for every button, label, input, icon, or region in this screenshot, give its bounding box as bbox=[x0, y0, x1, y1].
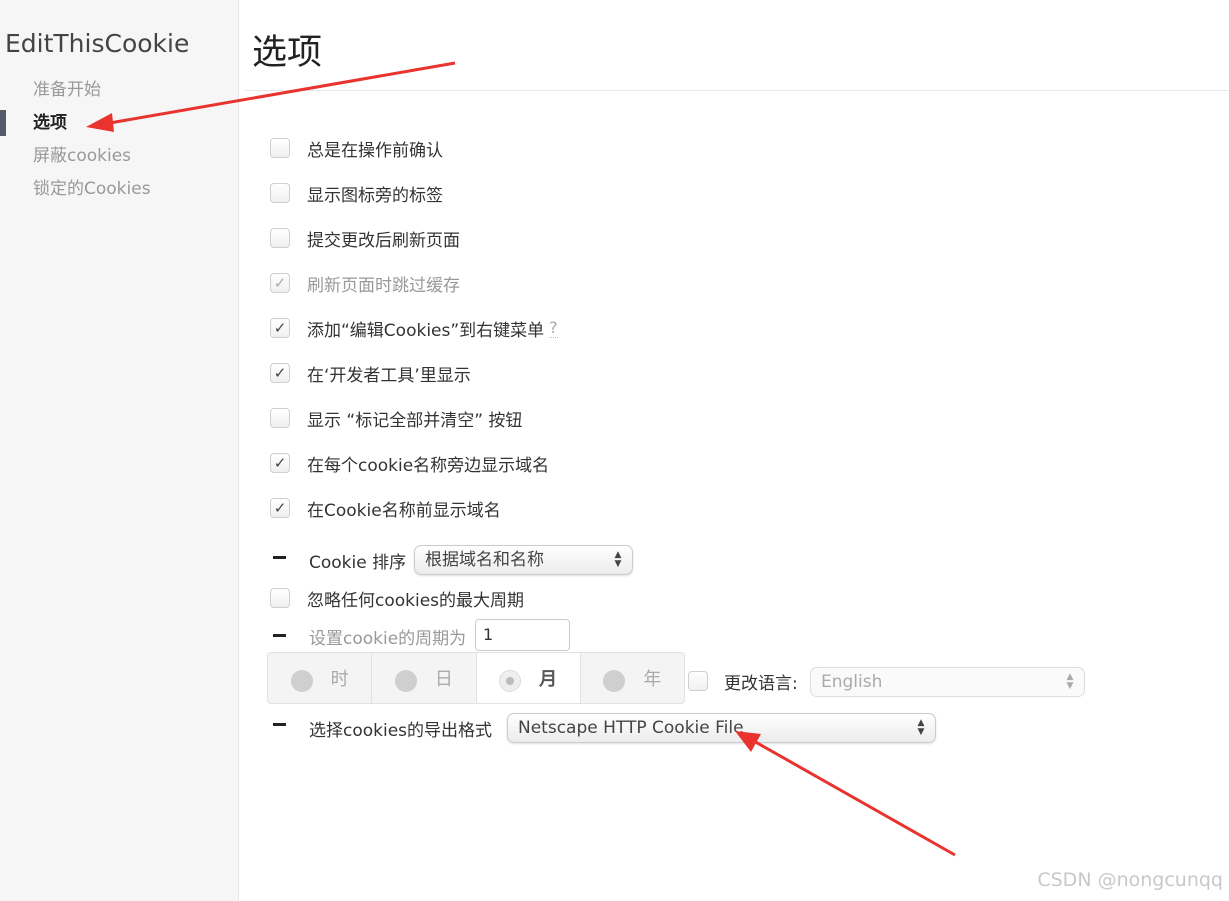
option-show-domain-beside-name[interactable]: ✓ 在每个cookie名称旁边显示域名 bbox=[270, 450, 549, 476]
up-down-arrows-icon: ▲ ▼ bbox=[917, 718, 925, 737]
option-label: 忽略任何cookies的最大周期 bbox=[307, 590, 525, 611]
max-age-input[interactable]: 1 bbox=[475, 619, 570, 651]
unit-option-year[interactable]: 年 bbox=[581, 653, 684, 703]
option-skip-cache-on-refresh: ✓ 刷新页面时跳过缓存 bbox=[270, 270, 460, 296]
unit-label: 日 bbox=[434, 669, 453, 690]
export-format-label: 选择cookies的导出格式 bbox=[309, 721, 493, 741]
minus-icon bbox=[273, 634, 286, 637]
option-show-icon-label[interactable]: 显示图标旁的标签 bbox=[270, 180, 443, 206]
export-format-select[interactable]: Netscape HTTP Cookie File ▲ ▼ bbox=[507, 713, 936, 743]
max-age-label: 设置cookie的周期为 bbox=[309, 629, 467, 649]
option-show-in-devtools[interactable]: ✓ 在‘开发者工具’里显示 bbox=[270, 360, 471, 386]
checkbox[interactable] bbox=[270, 408, 290, 428]
option-label: 添加“编辑Cookies”到右键菜单 bbox=[307, 320, 545, 341]
option-label: 提交更改后刷新页面 bbox=[307, 230, 460, 251]
sidebar-item-locked-cookies[interactable]: 锁定的Cookies bbox=[33, 178, 151, 200]
checkbox[interactable]: ✓ bbox=[270, 363, 290, 383]
checkbox[interactable] bbox=[270, 183, 290, 203]
sidebar-item-options[interactable]: 选项 bbox=[33, 112, 67, 134]
minus-icon bbox=[273, 556, 286, 559]
option-label: 在Cookie名称前显示域名 bbox=[307, 500, 501, 521]
unit-label: 年 bbox=[643, 669, 662, 690]
option-context-menu[interactable]: ✓ 添加“编辑Cookies”到右键菜单 ? bbox=[270, 315, 558, 341]
unit-option-month[interactable]: 月 bbox=[476, 653, 581, 703]
time-unit-selector: 时 日 月 年 bbox=[267, 652, 685, 704]
checkbox: ✓ bbox=[270, 273, 290, 293]
help-icon[interactable]: ? bbox=[549, 318, 558, 338]
app-title: EditThisCookie bbox=[5, 29, 190, 58]
checkbox[interactable] bbox=[270, 138, 290, 158]
option-change-language[interactable]: 更改语言: bbox=[688, 668, 798, 694]
checkbox[interactable]: ✓ bbox=[270, 318, 290, 338]
page-title: 选项 bbox=[252, 33, 323, 73]
unit-label: 月 bbox=[539, 669, 558, 690]
title-divider bbox=[245, 90, 1229, 91]
checkbox[interactable] bbox=[270, 588, 290, 608]
up-down-arrows-icon: ▲ ▼ bbox=[614, 550, 622, 569]
sidebar-item-getting-started[interactable]: 准备开始 bbox=[33, 79, 101, 101]
option-label: 总是在操作前确认 bbox=[307, 140, 443, 161]
option-label: 显示 “标记全部并清空” 按钮 bbox=[307, 410, 523, 431]
radio-icon bbox=[290, 670, 313, 692]
sort-label: Cookie 排序 bbox=[309, 553, 407, 573]
checkbox[interactable] bbox=[270, 228, 290, 248]
unit-option-day[interactable]: 日 bbox=[372, 653, 477, 703]
unit-label: 时 bbox=[330, 669, 349, 690]
checkbox[interactable]: ✓ bbox=[270, 498, 290, 518]
option-label: 在‘开发者工具’里显示 bbox=[307, 365, 471, 386]
radio-icon bbox=[499, 670, 522, 692]
checkbox[interactable]: ✓ bbox=[270, 453, 290, 473]
option-confirm-before-action[interactable]: 总是在操作前确认 bbox=[270, 135, 443, 161]
watermark: CSDN @nongcunqq bbox=[1037, 869, 1223, 891]
radio-icon bbox=[603, 670, 626, 692]
option-label: 显示图标旁的标签 bbox=[307, 185, 443, 206]
language-select: English ▲ ▼ bbox=[810, 667, 1085, 697]
radio-icon bbox=[394, 670, 417, 692]
export-format-selected-value: Netscape HTTP Cookie File bbox=[518, 718, 744, 738]
option-label: 刷新页面时跳过缓存 bbox=[307, 275, 460, 296]
up-down-arrows-icon: ▲ ▼ bbox=[1066, 672, 1074, 691]
option-label: 更改语言: bbox=[724, 673, 798, 694]
active-nav-marker bbox=[0, 110, 6, 136]
option-ignore-max-age[interactable]: 忽略任何cookies的最大周期 bbox=[270, 585, 524, 611]
option-label: 在每个cookie名称旁边显示域名 bbox=[307, 455, 550, 476]
option-refresh-after-submit[interactable]: 提交更改后刷新页面 bbox=[270, 225, 460, 251]
sort-select[interactable]: 根据域名和名称 ▲ ▼ bbox=[414, 545, 633, 575]
minus-icon bbox=[273, 723, 286, 726]
sort-selected-value: 根据域名和名称 bbox=[425, 550, 544, 570]
sidebar: EditThisCookie 准备开始 选项 屏蔽cookies 锁定的Cook… bbox=[0, 0, 239, 901]
option-show-domain-before-name[interactable]: ✓ 在Cookie名称前显示域名 bbox=[270, 495, 501, 521]
checkbox[interactable] bbox=[688, 671, 708, 691]
unit-option-hour[interactable]: 时 bbox=[268, 653, 373, 703]
option-show-flag-and-clear-button[interactable]: 显示 “标记全部并清空” 按钮 bbox=[270, 405, 522, 431]
sidebar-item-block-cookies[interactable]: 屏蔽cookies bbox=[33, 145, 131, 167]
language-selected-value: English bbox=[821, 672, 883, 692]
annotation-arrow-line-2 bbox=[751, 738, 956, 857]
